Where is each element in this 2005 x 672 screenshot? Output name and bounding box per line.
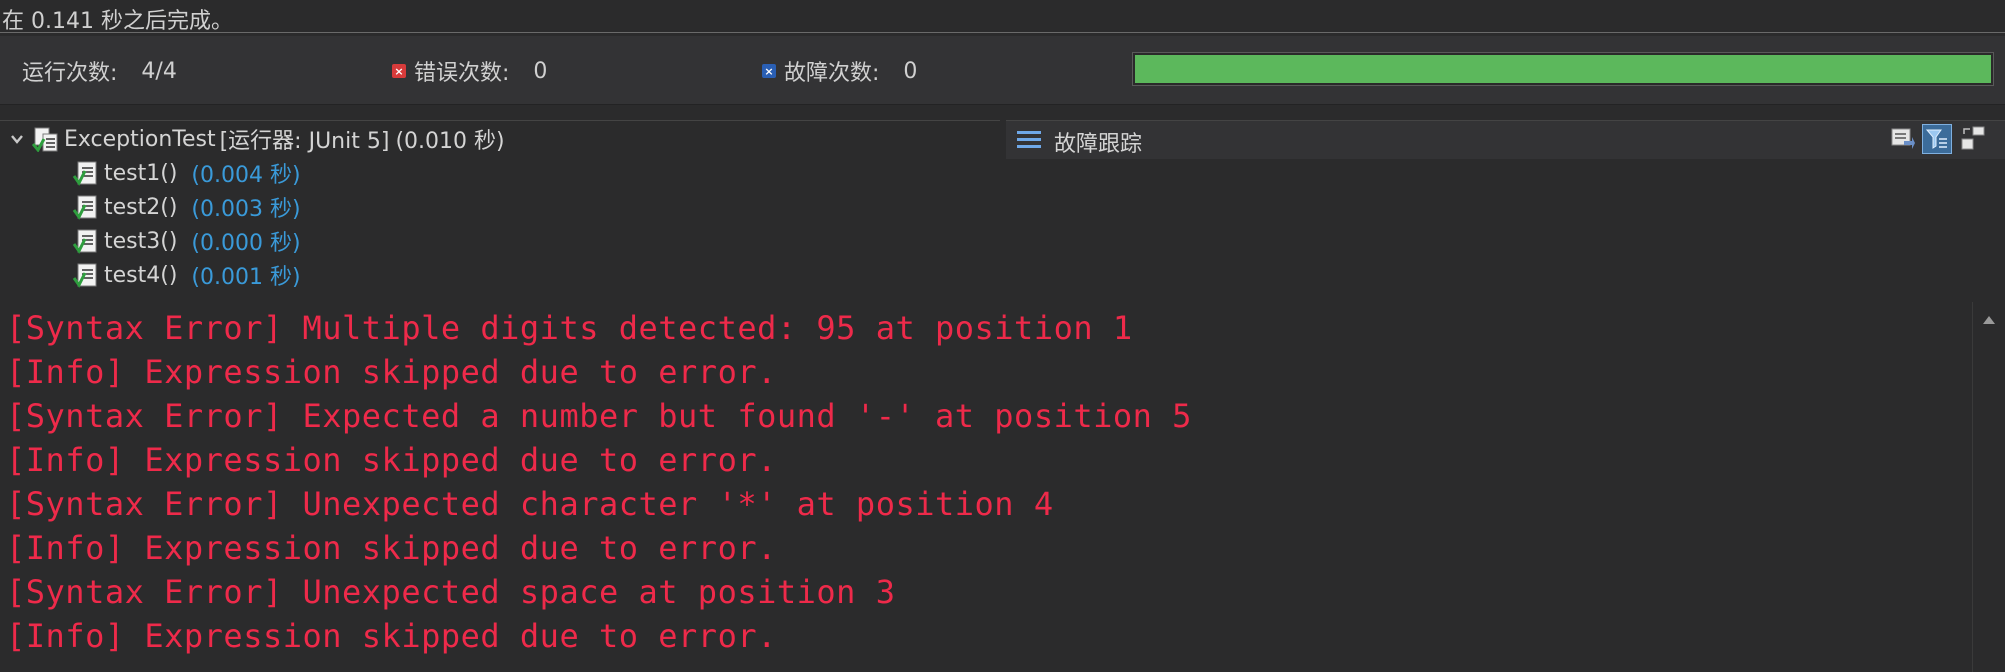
junit-view: 在 0.141 秒之后完成。 运行次数: 4/4 × 错误次数: 0 × 故障次… xyxy=(0,0,2005,672)
chevron-down-icon[interactable] xyxy=(8,130,26,148)
layout-icon[interactable] xyxy=(1958,124,1988,154)
runs-counter: 运行次数: 4/4 xyxy=(22,55,177,87)
failure-icon: × xyxy=(762,64,776,78)
console-line: [Syntax Error] Unexpected space at posit… xyxy=(6,573,896,611)
tree-test-row[interactable]: test4() (0.001 秒) xyxy=(72,259,301,291)
test-suite-icon xyxy=(31,126,60,153)
console-line: [Info] Expression skipped due to error. xyxy=(6,441,777,479)
failures-value: 0 xyxy=(903,58,918,84)
console-line: [Info] Expression skipped due to error. xyxy=(6,617,777,655)
scroll-up-arrow-icon[interactable] xyxy=(1983,316,1995,324)
errors-counter: × 错误次数: 0 xyxy=(392,55,547,87)
test-pass-icon xyxy=(72,262,100,288)
test-name: test3() xyxy=(104,228,178,254)
filter-stack-icon[interactable] xyxy=(1922,124,1952,154)
tree-test-row[interactable]: test2() (0.003 秒) xyxy=(72,191,301,223)
test-pass-icon xyxy=(72,160,100,186)
failure-trace-title: 故障跟踪 xyxy=(1054,132,1143,157)
status-text: 在 0.141 秒之后完成。 xyxy=(2,9,233,34)
tree-test-row[interactable]: test3() (0.000 秒) xyxy=(72,225,301,257)
runs-label: 运行次数: xyxy=(22,61,118,86)
tree-test-row[interactable]: test1() (0.004 秒) xyxy=(72,157,301,189)
tree-suite-row[interactable]: ExceptionTest [运行器: JUnit 5] (0.010 秒) xyxy=(8,123,505,155)
compare-results-icon[interactable] xyxy=(1888,124,1918,154)
status-bar: 在 0.141 秒之后完成。 xyxy=(0,0,2005,34)
test-name: test1() xyxy=(104,160,178,186)
runs-value: 4/4 xyxy=(141,58,177,84)
console-output[interactable]: [Syntax Error] Multiple digits detected:… xyxy=(0,302,1972,672)
console-line: [Info] Expression skipped due to error. xyxy=(6,529,777,567)
suite-runner: [运行器: JUnit 5] xyxy=(219,129,390,154)
errors-value: 0 xyxy=(533,58,548,84)
progress-bar xyxy=(1132,52,1994,86)
test-time: (0.000 秒) xyxy=(191,231,301,256)
failures-label: 故障次数: xyxy=(784,61,880,86)
test-name: test4() xyxy=(104,262,178,288)
progress-fill xyxy=(1135,55,1991,83)
test-time: (0.001 秒) xyxy=(191,265,301,290)
failures-counter: × 故障次数: 0 xyxy=(762,55,917,87)
suite-name: ExceptionTest xyxy=(64,126,216,152)
test-pass-icon xyxy=(72,194,100,220)
console-line: [Syntax Error] Unexpected character '*' … xyxy=(6,485,1054,523)
test-tree: ExceptionTest [运行器: JUnit 5] (0.010 秒) t… xyxy=(0,120,1000,301)
console-line: [Info] Expression skipped due to error. xyxy=(6,353,777,391)
list-icon xyxy=(1016,129,1042,151)
console-scrollbar[interactable] xyxy=(1972,302,2005,672)
test-time: (0.003 秒) xyxy=(191,197,301,222)
errors-label: 错误次数: xyxy=(414,61,510,86)
suite-time: (0.010 秒) xyxy=(395,129,505,154)
test-pass-icon xyxy=(72,228,100,254)
test-name: test2() xyxy=(104,194,178,220)
error-icon: × xyxy=(392,64,406,78)
console-line: [Syntax Error] Expected a number but fou… xyxy=(6,397,1192,435)
failure-trace-header: 故障跟踪 xyxy=(1006,120,2005,159)
test-time: (0.004 秒) xyxy=(191,163,301,188)
console-line: [Syntax Error] Multiple digits detected:… xyxy=(6,309,1133,347)
